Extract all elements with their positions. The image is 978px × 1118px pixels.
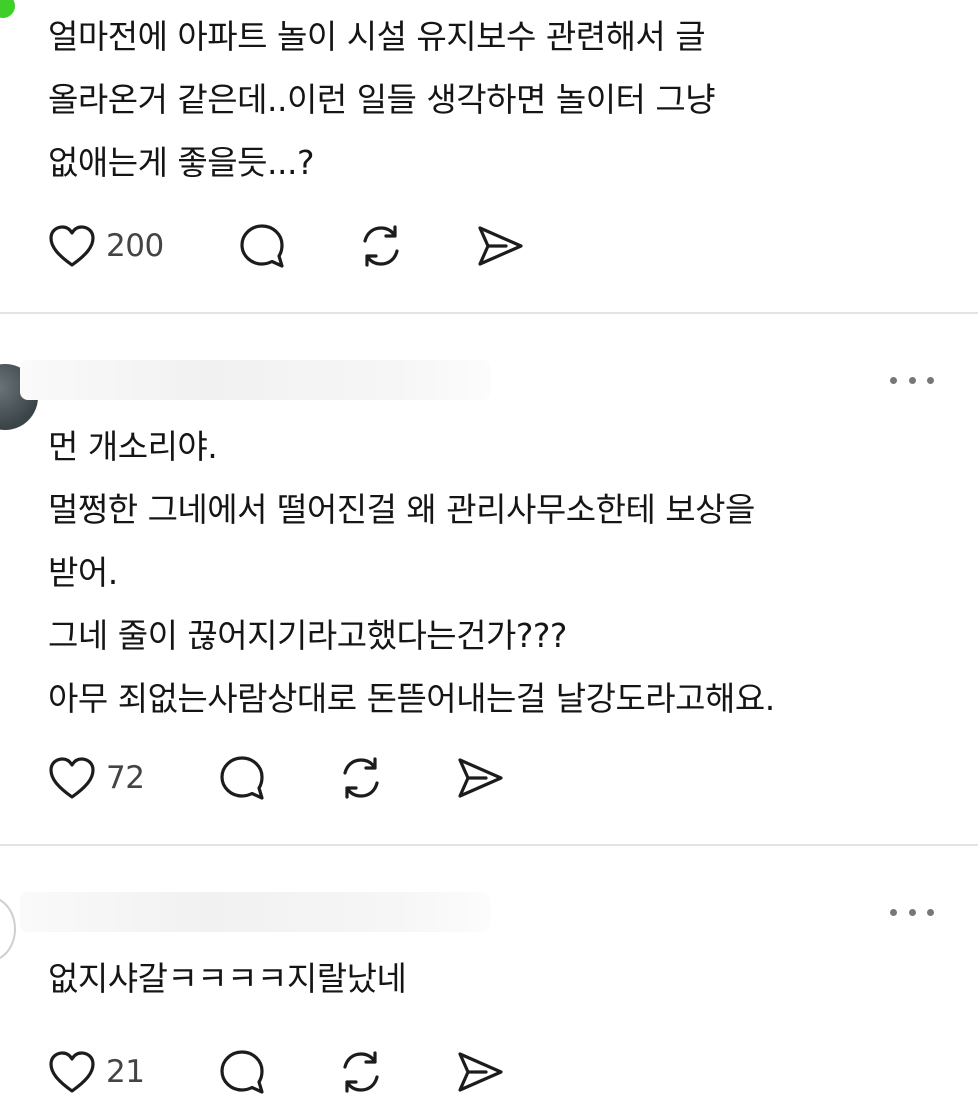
heart-icon [49, 1051, 95, 1093]
like-button[interactable]: 21 [48, 1046, 145, 1098]
share-button[interactable] [456, 1046, 504, 1098]
reply-button[interactable] [218, 1046, 266, 1098]
dot [908, 376, 916, 384]
send-icon [458, 758, 503, 798]
reply-button[interactable] [238, 220, 286, 272]
dot [927, 376, 934, 384]
author-name[interactable] [20, 360, 490, 400]
dot [890, 908, 897, 916]
post-2: 먼 개소리야. 멀쩡한 그네에서 떨어진걸 왜 관리사무소한테 보상을 받어. … [0, 314, 978, 844]
comment-bubble-icon [220, 1050, 264, 1094]
post-body: 없지샤갈ㅋㅋㅋㅋ지랄났네 [48, 947, 948, 1010]
more-dots-icon[interactable] [890, 370, 934, 390]
post-3: 없지샤갈ㅋㅋㅋㅋ지랄났네 21 [0, 846, 978, 1118]
send-icon [478, 226, 523, 266]
post-text-line: 그네 줄이 끊어지기라고했다는건가??? [48, 616, 567, 655]
dot [908, 908, 916, 916]
author-name[interactable] [20, 892, 490, 932]
repost-button[interactable] [356, 220, 406, 272]
share-button[interactable] [456, 752, 504, 804]
share-button[interactable] [476, 220, 524, 272]
like-button[interactable]: 200 [48, 220, 164, 272]
comment-bubble-icon [240, 224, 284, 268]
reply-button[interactable] [218, 752, 266, 804]
avatar[interactable] [0, 896, 16, 962]
post-body: 먼 개소리야. 멀쩡한 그네에서 떨어진걸 왜 관리사무소한테 보상을 받어. … [48, 415, 948, 730]
repost-button[interactable] [336, 1046, 386, 1098]
dot [927, 908, 934, 916]
repost-icon [363, 225, 399, 267]
post-text-line: 없애는게 좋을듯...? [48, 143, 315, 182]
post-text-line: 먼 개소리야. [48, 427, 218, 466]
heart-icon [49, 757, 95, 799]
post-text-line: 올라온거 같은데..이런 일들 생각하면 놀이터 그냥 [48, 80, 716, 119]
heart-icon [49, 225, 95, 267]
post-text-line: 아무 죄없는사람상대로 돈뜯어내는걸 날강도라고해요. [48, 679, 775, 718]
like-count: 72 [106, 760, 145, 796]
post-text-line: 멀쩡한 그네에서 떨어진걸 왜 관리사무소한테 보상을 [48, 490, 755, 529]
repost-icon [343, 757, 379, 799]
post-text-line: 없지샤갈ㅋㅋㅋㅋ지랄났네 [48, 959, 407, 998]
like-count: 200 [106, 228, 164, 264]
repost-button[interactable] [336, 752, 386, 804]
online-status-dot [0, 0, 15, 18]
post-text-line: 얼마전에 아파트 놀이 시설 유지보수 관련해서 글 [48, 17, 706, 56]
dot [890, 376, 897, 384]
post-1: 얼마전에 아파트 놀이 시설 유지보수 관련해서 글 올라온거 같은데..이런 … [0, 0, 978, 312]
post-body: 얼마전에 아파트 놀이 시설 유지보수 관련해서 글 올라온거 같은데..이런 … [48, 5, 948, 194]
post-text-line: 받어. [48, 553, 118, 592]
more-dots-icon[interactable] [890, 902, 934, 922]
send-icon [458, 1052, 503, 1092]
like-button[interactable]: 72 [48, 752, 145, 804]
like-count: 21 [106, 1054, 145, 1090]
comment-bubble-icon [220, 756, 264, 800]
repost-icon [343, 1051, 379, 1093]
